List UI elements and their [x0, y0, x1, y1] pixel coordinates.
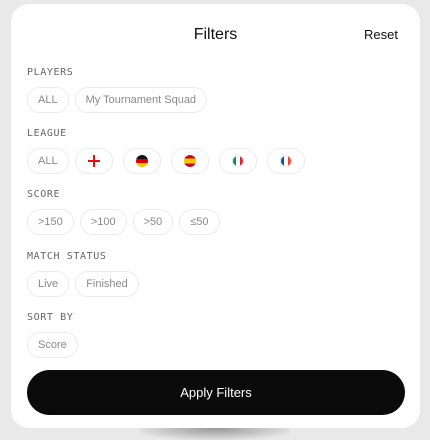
league-france-chip[interactable] [266, 148, 305, 174]
apply-filters-button[interactable]: Apply Filters [27, 370, 405, 415]
players-squad-chip[interactable]: My Tournament Squad [74, 87, 208, 113]
players-all-chip[interactable]: ALL [27, 87, 69, 113]
header: Filters Reset [11, 24, 420, 46]
match-status-section: MATCH STATUS Live Finished [27, 251, 404, 297]
league-section: LEAGUE ALL [27, 128, 404, 174]
status-finished-chip[interactable]: Finished [75, 271, 139, 297]
filters-sheet: Filters Reset PLAYERS ALL My Tournament … [11, 4, 420, 428]
league-label: LEAGUE [27, 128, 67, 139]
league-italy-chip[interactable] [218, 148, 257, 174]
match-status-label: MATCH STATUS [27, 251, 107, 262]
score-le50-chip[interactable]: ≤50 [179, 209, 220, 235]
page-title: Filters [193, 26, 238, 43]
sort-score-chip[interactable]: Score [27, 332, 78, 358]
score-100-chip[interactable]: >100 [79, 209, 127, 235]
league-all-chip[interactable]: ALL [27, 148, 69, 174]
status-live-chip[interactable]: Live [27, 271, 70, 297]
germany-flag-icon [135, 155, 148, 167]
league-germany-chip[interactable] [122, 148, 161, 174]
score-150-chip[interactable]: >150 [27, 209, 74, 235]
reset-button[interactable]: Reset [364, 27, 398, 42]
score-50-chip[interactable]: >50 [132, 209, 174, 235]
league-england-chip[interactable] [74, 148, 113, 174]
italy-flag-icon [231, 155, 244, 167]
england-flag-icon [87, 155, 100, 167]
sort-by-section: SORT BY Score [27, 312, 404, 358]
score-label: SCORE [27, 189, 61, 200]
players-section: PLAYERS ALL My Tournament Squad [27, 67, 404, 113]
score-section: SCORE >150 >100 >50 ≤50 [27, 189, 404, 235]
players-label: PLAYERS [27, 67, 74, 78]
sort-by-label: SORT BY [27, 312, 74, 323]
league-spain-chip[interactable] [170, 148, 209, 174]
spain-flag-icon [183, 155, 196, 167]
france-flag-icon [279, 155, 292, 167]
